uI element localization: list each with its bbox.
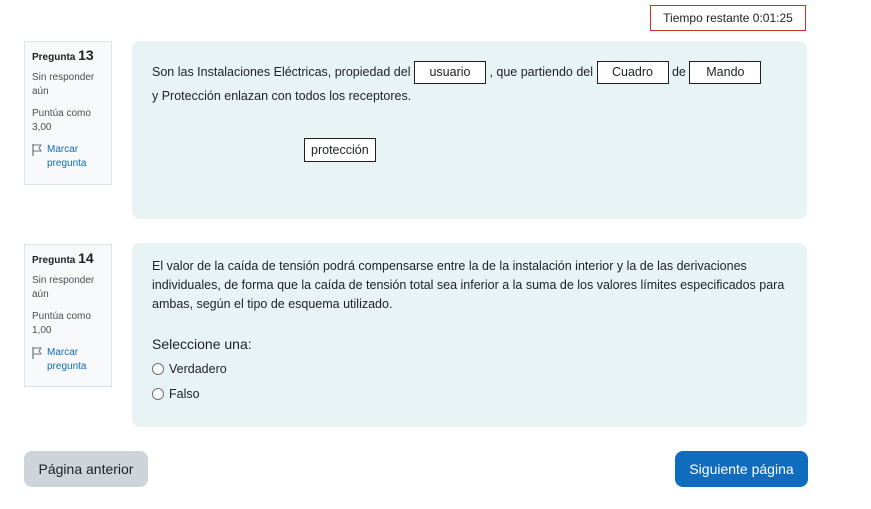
question-number-value: 13 bbox=[78, 47, 94, 63]
answer-options: Verdadero Falso bbox=[152, 362, 787, 401]
question-text-part: y Protección enlazan con todos los recep… bbox=[152, 89, 412, 104]
question-info-14: Pregunta 14 Sin responder aún Puntúa com… bbox=[24, 244, 112, 387]
question-text-part: de bbox=[671, 65, 686, 79]
question-info-13: Pregunta 13 Sin responder aún Puntúa com… bbox=[24, 41, 112, 185]
question-text-part: Son las Instalaciones Eléctricas, propie… bbox=[152, 65, 411, 79]
question-content-13: Son las Instalaciones Eléctricas, propie… bbox=[132, 41, 807, 219]
time-remaining: Tiempo restante 0:01:25 bbox=[650, 5, 806, 31]
drag-item-proteccion[interactable]: protección bbox=[304, 138, 376, 162]
question-text: El valor de la caída de tensión podrá co… bbox=[152, 259, 785, 311]
answer-option-verdadero[interactable]: Verdadero bbox=[152, 362, 787, 376]
answer-option-label: Falso bbox=[169, 387, 200, 401]
answer-prompt: Seleccione una: bbox=[152, 336, 252, 352]
flag-icon bbox=[32, 144, 42, 156]
question-number-value: 14 bbox=[78, 250, 94, 266]
question-text: Son las Instalaciones Eléctricas, propie… bbox=[152, 41, 787, 108]
question-state: Sin responder aún bbox=[32, 72, 95, 97]
question-grade: Puntúa como 3,00 bbox=[32, 108, 91, 133]
flag-question-link[interactable]: Marcar pregunta bbox=[32, 346, 105, 374]
answer-option-label: Verdadero bbox=[169, 362, 227, 376]
flag-question-label: Marcar pregunta bbox=[47, 347, 87, 372]
answer-option-falso[interactable]: Falso bbox=[152, 387, 787, 401]
next-page-button[interactable]: Siguiente página bbox=[675, 451, 808, 487]
question-grade: Puntúa como 1,00 bbox=[32, 311, 91, 336]
drop-zone-2[interactable]: Cuadro bbox=[596, 61, 669, 85]
question-state: Sin responder aún bbox=[32, 275, 95, 300]
question-content-14: El valor de la caída de tensión podrá co… bbox=[132, 243, 807, 427]
drop-zone-1[interactable]: usuario bbox=[413, 61, 486, 85]
radio-verdadero[interactable] bbox=[152, 363, 164, 375]
drop-zone-3[interactable]: Mando bbox=[689, 61, 762, 85]
question-text-part: , que partiendo del bbox=[489, 65, 594, 79]
question-number: Pregunta 14 bbox=[32, 250, 94, 266]
question-number: Pregunta 13 bbox=[32, 47, 94, 63]
radio-falso[interactable] bbox=[152, 388, 164, 400]
flag-icon bbox=[32, 347, 42, 359]
previous-page-button[interactable]: Página anterior bbox=[24, 451, 148, 487]
flag-question-link[interactable]: Marcar pregunta bbox=[32, 143, 105, 171]
flag-question-label: Marcar pregunta bbox=[47, 144, 87, 169]
